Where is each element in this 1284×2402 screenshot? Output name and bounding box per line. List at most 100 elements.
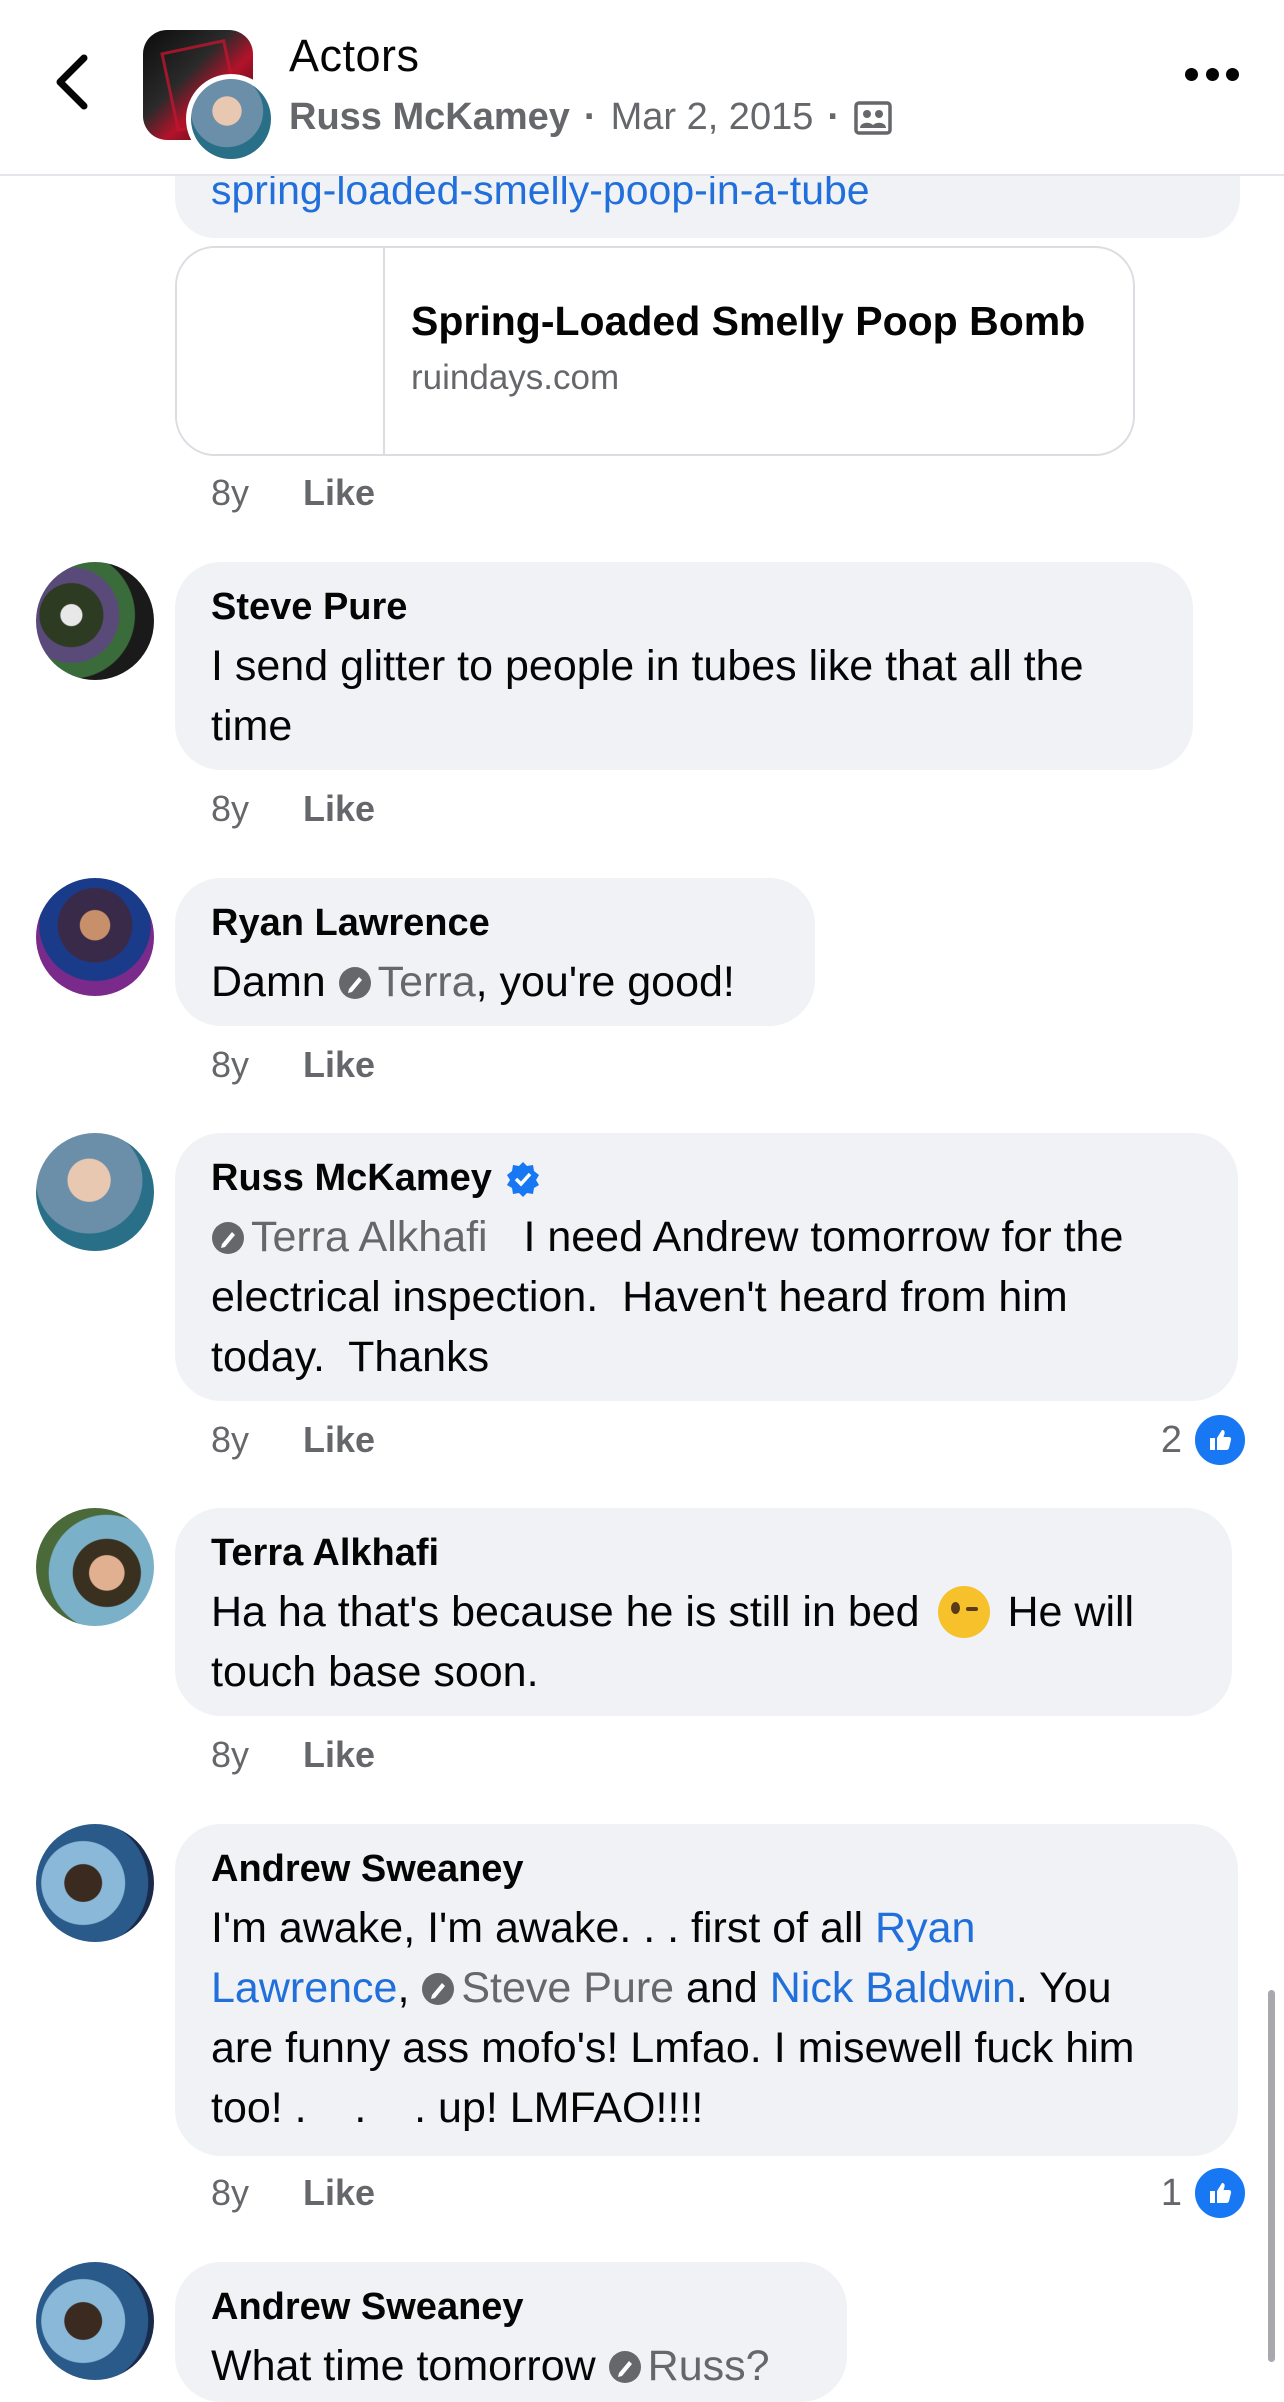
comment-meta: 8y Like xyxy=(211,1044,375,1086)
comment-bubble: Steve Pure I send glitter to people in t… xyxy=(175,562,1193,770)
mention-link[interactable]: Terra Alkhafi xyxy=(251,1213,488,1261)
like-button[interactable]: Like xyxy=(303,788,375,830)
author-avatar[interactable] xyxy=(186,74,276,164)
comment-meta: 8y Like xyxy=(211,472,375,514)
commenter-name-text: Russ McKamey xyxy=(211,1157,492,1199)
author-name[interactable]: Russ McKamey xyxy=(289,96,570,139)
comment-text-part: . You xyxy=(1015,1964,1112,2012)
winking-face-emoji xyxy=(937,1586,990,1638)
comment-text: I'm awake, I'm awake. . . first of all R… xyxy=(211,1898,1135,2138)
comment-meta: 8y Like xyxy=(211,788,375,830)
mention-icon xyxy=(338,967,371,999)
comment-text-line: too! . . . up! LMFAO!!!! xyxy=(211,2084,704,2132)
comment-text-part: , xyxy=(397,1964,422,2012)
comment-text: What time tomorrow Russ? xyxy=(211,2336,770,2396)
comment-text-part: , you're good! xyxy=(475,958,735,1006)
commenter-name[interactable]: Andrew Sweaney xyxy=(211,1848,524,1891)
separator-dot: · xyxy=(583,96,597,138)
comment-time: 8y xyxy=(211,2172,250,2213)
comment-bubble: Andrew Sweaney What time tomorrow Russ? xyxy=(175,2262,847,2402)
like-button[interactable]: Like xyxy=(303,1044,375,1086)
comment-text-line: I'm awake, I'm awake. . . first of all R… xyxy=(211,1898,1135,1958)
link-preview-title: Spring-Loaded Smelly Poop Bomb xyxy=(411,298,1086,344)
link-preview-card[interactable]: Spring-Loaded Smelly Poop Bomb ruindays.… xyxy=(175,246,1135,456)
avatar[interactable] xyxy=(36,1508,154,1626)
post-header: Actors Russ McKamey · Mar 2, 2015 · xyxy=(0,0,1284,176)
reaction-count-number: 2 xyxy=(1160,1418,1182,1461)
mention-link[interactable]: Steve Pure xyxy=(461,1964,674,2012)
mention-link[interactable]: Lawrence xyxy=(211,1964,397,2012)
comment-text-part: and xyxy=(674,1964,770,2012)
avatar[interactable] xyxy=(36,1824,154,1942)
reaction-count-number: 1 xyxy=(1160,2171,1182,2214)
like-button[interactable]: Like xyxy=(303,1734,375,1776)
reaction-count[interactable]: 1 xyxy=(1161,2165,1248,2221)
separator-dot: · xyxy=(827,96,841,138)
comment-time: 8y xyxy=(211,1734,250,1775)
comment-text: Damn Terra, you're good! xyxy=(211,952,735,1012)
comment-text-line: I send glitter to people in tubes like t… xyxy=(211,642,1084,690)
comment-text-part: He will xyxy=(1007,1588,1135,1636)
comment-feed: spring-loaded-smelly-poop-in-a-tube Spri… xyxy=(0,0,1284,2402)
comment-bubble: Terra Alkhafi Ha ha that's because he is… xyxy=(175,1508,1232,1716)
comment-time: 8y xyxy=(211,1419,250,1460)
verified-badge-icon xyxy=(506,1161,539,1197)
comment-text-part: Damn xyxy=(211,958,338,1006)
scrollbar[interactable] xyxy=(1268,1990,1275,2362)
comment-text: Ha ha that's because he is still in bed … xyxy=(211,1582,1134,1702)
comment-time: 8y xyxy=(211,1044,250,1085)
avatar[interactable] xyxy=(36,2262,154,2380)
link-preview-thumbnail xyxy=(177,248,385,454)
chevron-left-icon[interactable] xyxy=(48,52,98,112)
mention-icon xyxy=(212,1222,244,1254)
comment-text: Terra Alkhafi I need Andrew tomorrow for… xyxy=(211,1207,1123,1387)
comment-text-line: time xyxy=(211,702,293,750)
comment-time: 8y xyxy=(211,788,250,829)
post-date[interactable]: Mar 2, 2015 xyxy=(611,96,814,139)
more-dots-icon[interactable] xyxy=(1185,68,1239,84)
like-button[interactable]: Like xyxy=(303,2172,375,2214)
comment-text: I send glitter to people in tubes like t… xyxy=(211,636,1084,756)
comment-text-line: electrical inspection. Haven't heard fro… xyxy=(211,1273,1068,1321)
comment-time: 8y xyxy=(211,472,250,513)
commenter-name[interactable]: Terra Alkhafi xyxy=(211,1532,439,1575)
mention-icon xyxy=(422,1973,455,2005)
comment-text-part: What time tomorrow xyxy=(211,2342,596,2390)
comment-meta: 8y Like xyxy=(211,1419,375,1461)
avatar[interactable] xyxy=(36,878,154,996)
avatar[interactable] xyxy=(36,1133,154,1251)
comment-text-part: Ha ha that's because he is still in bed xyxy=(211,1588,920,1636)
reaction-count[interactable]: 2 xyxy=(1161,1412,1248,1468)
like-button[interactable]: Like xyxy=(303,472,375,514)
comment-meta: 8y Like xyxy=(211,2172,375,2214)
comment-text-line: Ha ha that's because he is still in bed … xyxy=(211,1582,1134,1642)
comment-text-line: Lawrence, Steve Pure and Nick Baldwin. Y… xyxy=(211,1958,1135,2018)
commenter-name[interactable]: Steve Pure xyxy=(211,586,407,629)
thumbs-up-icon xyxy=(1192,2165,1248,2221)
mention-link[interactable]: Ryan xyxy=(875,1904,975,1952)
avatar[interactable] xyxy=(36,562,154,680)
comment-text-line: are funny ass mofo's! Lmfao. I misewell … xyxy=(211,2024,1135,2072)
mention-link[interactable]: Russ? xyxy=(648,2342,770,2390)
mention-link[interactable]: Terra xyxy=(378,958,476,1006)
commenter-name[interactable]: Ryan Lawrence xyxy=(211,902,490,945)
comment-text-line: Terra Alkhafi I need Andrew tomorrow for… xyxy=(211,1207,1123,1267)
like-button[interactable]: Like xyxy=(303,1419,375,1461)
commenter-name[interactable]: Russ McKamey xyxy=(211,1157,542,1200)
group-members-icon xyxy=(854,100,892,135)
group-title[interactable]: Actors xyxy=(289,30,420,82)
comment-bubble: Ryan Lawrence Damn Terra, you're good! xyxy=(175,878,815,1026)
comment-meta: 8y Like xyxy=(211,1734,375,1776)
mention-icon xyxy=(608,2351,641,2383)
comment-bubble: Russ McKamey Terra Alkhafi I need Andrew… xyxy=(175,1133,1238,1401)
comment-bubble: Andrew Sweaney I'm awake, I'm awake. . .… xyxy=(175,1824,1238,2156)
link-preview-domain: ruindays.com xyxy=(411,358,620,397)
commenter-name[interactable]: Andrew Sweaney xyxy=(211,2286,524,2329)
thumbs-up-icon xyxy=(1192,1412,1248,1468)
post-subtitle: Russ McKamey · Mar 2, 2015 · xyxy=(289,96,892,139)
comment-text-line: touch base soon. xyxy=(211,1648,539,1696)
comment-text-part: I need Andrew tomorrow for the xyxy=(523,1213,1124,1261)
comment-text-line: today. Thanks xyxy=(211,1333,490,1381)
mention-link[interactable]: Nick Baldwin xyxy=(770,1964,1016,2012)
comment-text-part: I'm awake, I'm awake. . . first of all xyxy=(211,1904,876,1952)
